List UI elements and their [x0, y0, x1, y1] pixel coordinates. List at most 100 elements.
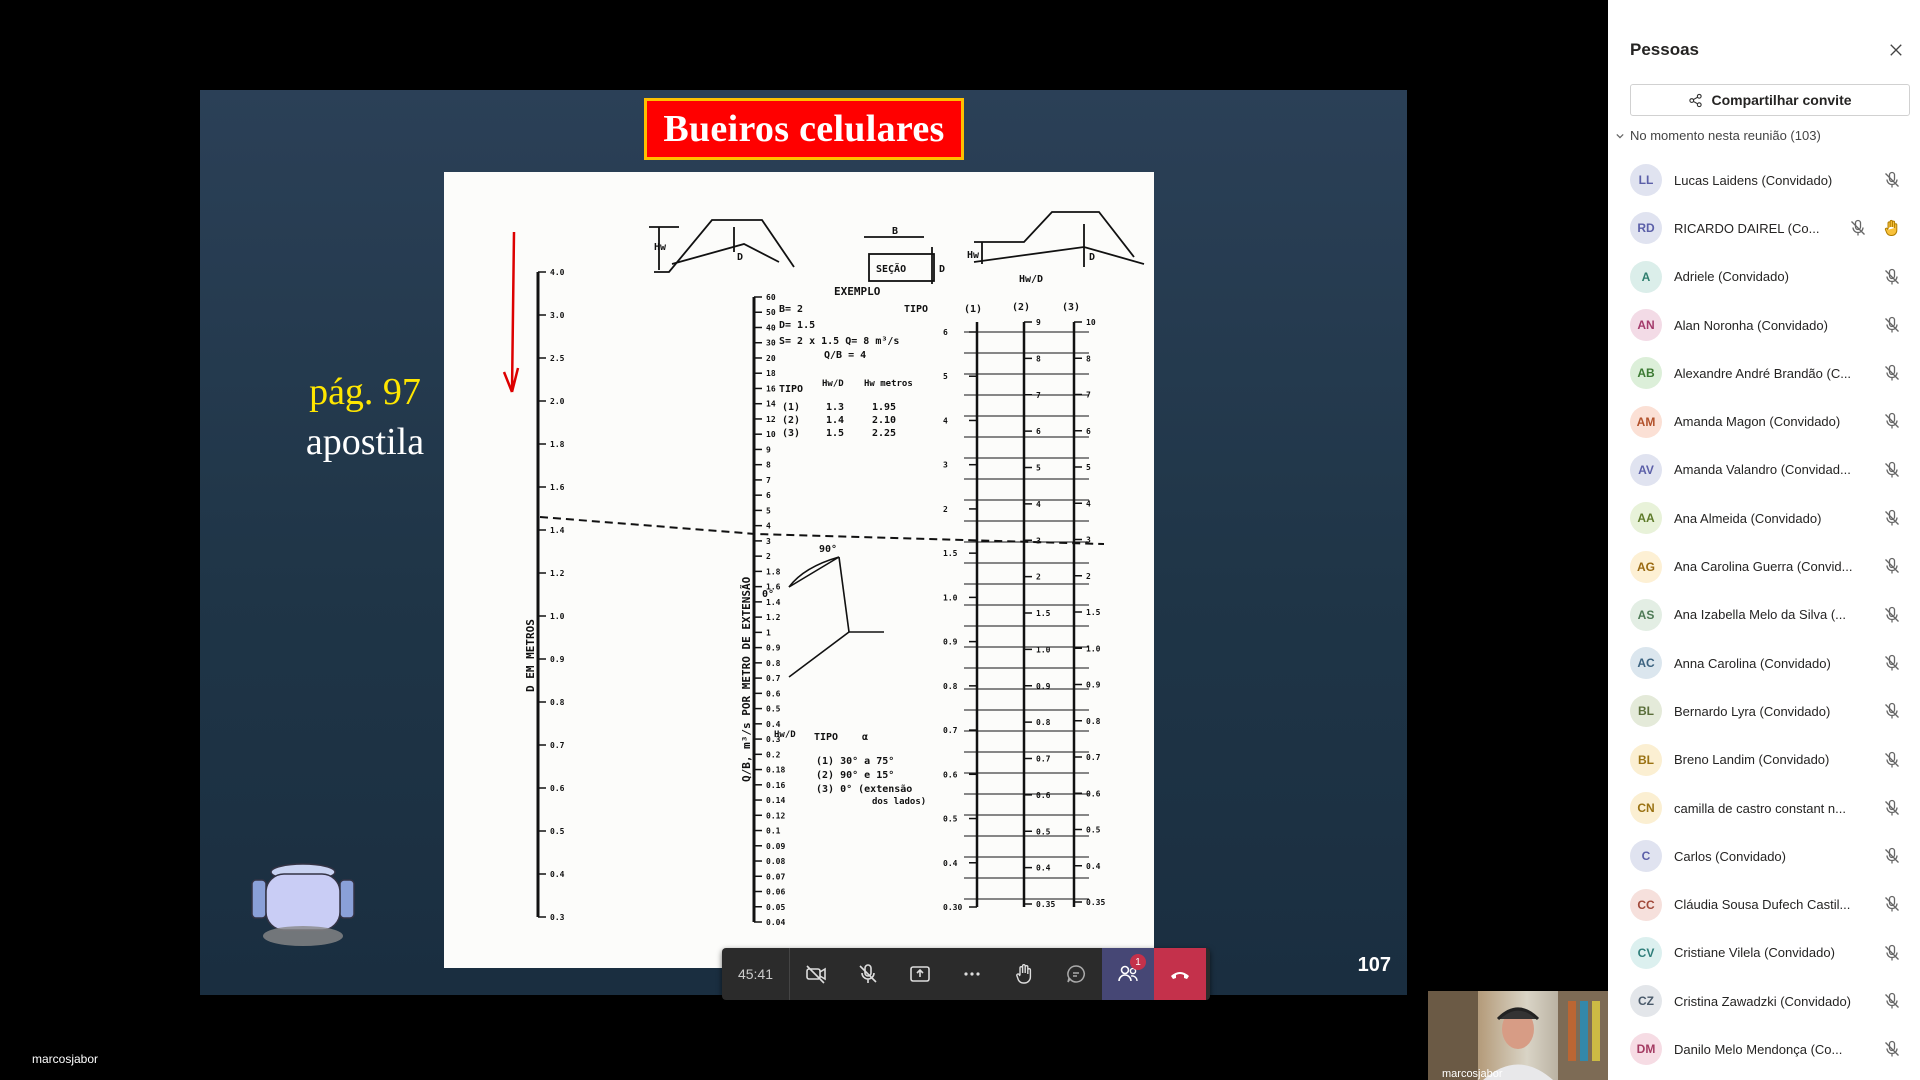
participant-row[interactable]: RD RICARDO DAIREL (Co...	[1608, 204, 1920, 252]
exemplo-line: D= 1.5	[779, 320, 815, 331]
d-scale-tick-label: 4.0	[550, 268, 565, 277]
participant-name: Alexandre André Brandão (C...	[1674, 365, 1852, 381]
participant-row[interactable]: CN camilla de castro constant n...	[1608, 784, 1920, 832]
hwd-scale-1-tick-label: 0.8	[943, 682, 958, 691]
exemplo-cell: 2.25	[872, 428, 896, 439]
participant-row[interactable]: CV Cristiane Vilela (Convidado)	[1608, 929, 1920, 977]
hwd-scale-3-tick-label: 8	[1086, 354, 1091, 363]
nomograph-scan: 4.0 3.0 2.5 2.0 1.8 1.6 1.4 1.2 1.0 0.9 0.8 0.7 0.6 0…	[444, 172, 1154, 968]
mic-muted-icon	[1885, 799, 1899, 816]
mic-muted-icon	[1885, 896, 1899, 912]
participants-button[interactable]: 1	[1102, 948, 1154, 1000]
share-invite-button[interactable]: Compartilhar convite	[1630, 84, 1910, 116]
participant-row[interactable]: AN Alan Noronha (Convidado)	[1608, 301, 1920, 349]
hwd-scale-2-tick-label: 3	[1036, 536, 1041, 545]
hwd-scale-3-tick-label: 0.4	[1086, 862, 1101, 871]
mic-muted-icon	[1885, 268, 1899, 285]
muted-indicator	[1848, 218, 1868, 238]
participant-name: Danilo Melo Mendonça (Co...	[1674, 1041, 1843, 1057]
qb-scale-tick-label: 0.16	[766, 781, 785, 790]
hwd-scale-2-tick-label: 0.4	[1036, 864, 1051, 873]
qb-scale-tick-label: 0.7	[766, 674, 781, 683]
d-scale-tick-label: 0.7	[550, 741, 565, 750]
chair-clipart	[248, 860, 358, 950]
qb-scale-tick-label: 0.14	[766, 796, 785, 805]
participant-row[interactable]: DM Danilo Melo Mendonça (Co...	[1608, 1025, 1920, 1073]
more-actions-button[interactable]	[946, 948, 998, 1000]
share-screen-button[interactable]	[894, 948, 946, 1000]
hwd-scale-1-tick-label: 6	[943, 328, 948, 337]
participant-row[interactable]: BL Breno Landim (Convidado)	[1608, 736, 1920, 784]
hwd-scale-1-tick-label: 0.5	[943, 815, 958, 824]
chat-button[interactable]	[1050, 948, 1102, 1000]
avatar: AV	[1630, 453, 1662, 486]
tipo-col-label: (3)	[1062, 302, 1080, 313]
self-video-tile[interactable]: marcosjabor	[1428, 991, 1608, 1080]
exemplo-rows: (1) 1.3 1.95 (2) 1.4 2.10 (3) 1.5 2.25	[782, 402, 896, 439]
participant-row[interactable]: AA Ana Almeida (Convidado)	[1608, 494, 1920, 542]
self-video-name: marcosjabor	[1442, 1068, 1503, 1080]
legend-row: (1) 30° a 75°	[816, 756, 894, 767]
hwd-scale-1-tick-label: 1.0	[943, 593, 958, 602]
avatar: AS	[1630, 598, 1662, 631]
legend-row: (3) 0° (extensão	[816, 784, 912, 795]
d-scale-tick-label: 0.9	[550, 655, 565, 664]
participant-row[interactable]: AV Amanda Valandro (Convidad...	[1608, 446, 1920, 494]
tipo-col-label: (1)	[964, 304, 982, 315]
participant-name: Breno Landim (Convidado)	[1674, 752, 1830, 768]
participant-row[interactable]: LL Lucas Laidens (Convidado)	[1608, 156, 1920, 204]
hwd-scale-3-tick-label: 5	[1086, 463, 1091, 472]
mic-muted-icon	[1851, 220, 1865, 236]
participant-row[interactable]: CZ Cristina Zawadzki (Convidado)	[1608, 977, 1920, 1025]
hwd-scale-3-tick-label: 0.5	[1086, 826, 1101, 835]
participant-name: Amanda Magon (Convidado)	[1674, 414, 1841, 430]
participant-row[interactable]: BL Bernardo Lyra (Convidado)	[1608, 687, 1920, 735]
share-tray-icon	[910, 966, 930, 982]
close-panel-button[interactable]	[1886, 40, 1906, 60]
muted-indicator	[1882, 1039, 1902, 1059]
avatar: AB	[1630, 357, 1662, 390]
qb-scale-tick-label: 0.07	[766, 872, 785, 881]
muted-indicator	[1882, 363, 1902, 383]
hang-up-button[interactable]	[1154, 948, 1206, 1000]
qb-scale-tick-label: 14	[766, 400, 776, 409]
qb-scale-tick-label: 0.2	[766, 750, 781, 759]
angle-0-label: 0°	[762, 589, 774, 600]
participant-row[interactable]: AG Ana Carolina Guerra (Convid...	[1608, 542, 1920, 590]
participant-row[interactable]: AB Alexandre André Brandão (C...	[1608, 349, 1920, 397]
avatar: BL	[1630, 695, 1662, 728]
participant-name: RICARDO DAIREL (Co...	[1674, 220, 1820, 236]
participant-row[interactable]: C Carlos (Convidado)	[1608, 832, 1920, 880]
legend-header: α	[862, 732, 868, 743]
mic-muted-icon	[1885, 606, 1899, 623]
participant-row[interactable]: AM Amanda Magon (Convidado)	[1608, 397, 1920, 445]
hwd-scale-2-tick-label: 0.6	[1036, 791, 1051, 800]
nomograph-drawing: 4.0 3.0 2.5 2.0 1.8 1.6 1.4 1.2 1.0 0.9 0.8 0.7 0.6 0…	[502, 211, 1145, 927]
participant-row[interactable]: AS Ana Izabella Melo da Silva (...	[1608, 591, 1920, 639]
hwd-scale-2-tick-label: 1.5	[1036, 609, 1051, 618]
qb-scale-tick-label: 0.08	[766, 857, 785, 866]
mic-muted-icon	[1885, 654, 1899, 671]
hwd-scale-3-tick-label: 2	[1086, 572, 1091, 581]
muted-indicator	[1882, 605, 1902, 625]
qb-scale-tick-label: 12	[766, 415, 776, 424]
exemplo-cell: 1.95	[872, 402, 896, 413]
mic-muted-icon	[1885, 461, 1899, 478]
mute-button[interactable]	[842, 948, 894, 1000]
raised-hand-icon	[1884, 220, 1898, 237]
participants-badge: 1	[1130, 954, 1146, 970]
angle-sketch	[788, 556, 884, 678]
participant-row[interactable]: AC Anna Carolina (Convidado)	[1608, 639, 1920, 687]
share-icon	[1689, 93, 1703, 107]
raise-hand-button[interactable]	[998, 948, 1050, 1000]
in-meeting-section-header[interactable]: No momento nesta reunião (103)	[1616, 128, 1821, 143]
qb-scale-tick-label: 30	[766, 339, 776, 348]
d-scale-tick-label: 0.5	[550, 827, 565, 836]
hang-up-icon	[1171, 972, 1189, 979]
exemplo-line: S= 2 x 1.5 Q= 8 m³/s	[779, 336, 899, 347]
section-sketch	[864, 236, 935, 284]
participant-row[interactable]: A Adriele (Convidado)	[1608, 253, 1920, 301]
legend-row: dos lados)	[872, 797, 926, 807]
camera-off-button[interactable]	[790, 948, 842, 1000]
participant-row[interactable]: CC Cláudia Sousa Dufech Castil...	[1608, 880, 1920, 928]
